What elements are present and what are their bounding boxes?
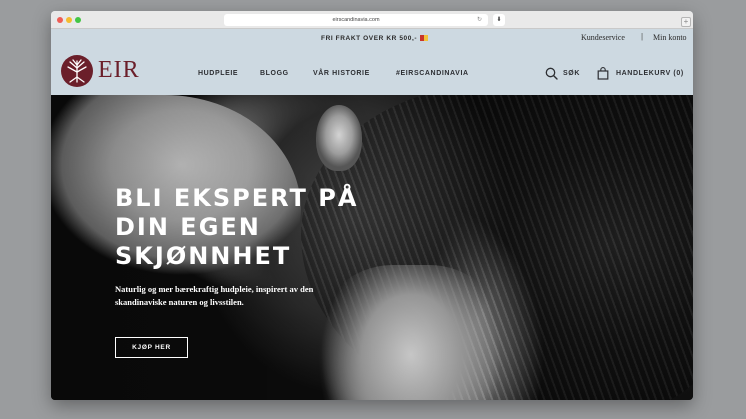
maximize-window-button[interactable]: [75, 17, 81, 23]
nav-item-hudpleie[interactable]: HUDPLEIE: [198, 70, 238, 77]
download-icon[interactable]: ⬇: [493, 14, 505, 26]
separator: |: [641, 32, 644, 41]
my-account-link[interactable]: Min konto: [653, 33, 687, 42]
search-label: SØK: [563, 70, 580, 77]
nav-item-eirscandinavia[interactable]: #EIRSCANDINAVIA: [396, 70, 469, 77]
close-window-button[interactable]: [57, 17, 63, 23]
cart-button[interactable]: HANDLEKURV (0): [597, 67, 684, 80]
search-button[interactable]: SØK: [545, 67, 580, 80]
shipping-banner: FRI FRAKT OVER KR 500,-: [321, 35, 429, 42]
reload-icon[interactable]: ↻: [477, 14, 482, 26]
shopping-bag-icon: [597, 67, 609, 80]
top-bar: FRI FRAKT OVER KR 500,- Kundeservice | M…: [51, 29, 693, 49]
browser-window: eirscandinavia.com ↻ ⬇ + FRI FRAKT OVER …: [51, 11, 693, 400]
hero-headline-line-1: BLI EKSPERT PÅ: [115, 184, 359, 212]
address-bar-url: eirscandinavia.com: [332, 17, 380, 23]
tree-logo-icon[interactable]: [61, 55, 93, 87]
minimize-window-button[interactable]: [66, 17, 72, 23]
new-tab-icon[interactable]: +: [681, 17, 691, 27]
nav-item-var-historie[interactable]: VÅR HISTORIE: [313, 70, 370, 77]
customer-service-link[interactable]: Kundeservice: [581, 33, 625, 42]
buy-here-button[interactable]: KJØP HER: [115, 337, 188, 358]
hero-headline-line-2: DIN EGEN: [115, 213, 261, 241]
address-bar[interactable]: eirscandinavia.com ↻: [224, 14, 488, 26]
cart-label: HANDLEKURV (0): [616, 70, 684, 77]
hero-headline-line-3: SKJØNNHET: [115, 242, 292, 270]
hero-subtitle: Naturlig og mer bærekraftig hudpleie, in…: [115, 284, 314, 307]
main-navigation: EIR HUDPLEIE BLOGG VÅR HISTORIE #EIRSCAN…: [51, 49, 693, 95]
norway-flag-icon: [420, 35, 429, 42]
hero-banner: BLI EKSPERT PÅ DIN EGEN SKJØNNHET Naturl…: [51, 95, 693, 400]
brand-logo-text[interactable]: EIR: [98, 57, 140, 84]
shipping-text: FRI FRAKT OVER KR 500,-: [321, 35, 418, 42]
browser-chrome: eirscandinavia.com ↻ ⬇ +: [51, 11, 693, 29]
search-icon: [545, 67, 558, 80]
hero-headline: BLI EKSPERT PÅ DIN EGEN SKJØNNHET: [115, 184, 365, 271]
nav-item-blogg[interactable]: BLOGG: [260, 70, 289, 77]
